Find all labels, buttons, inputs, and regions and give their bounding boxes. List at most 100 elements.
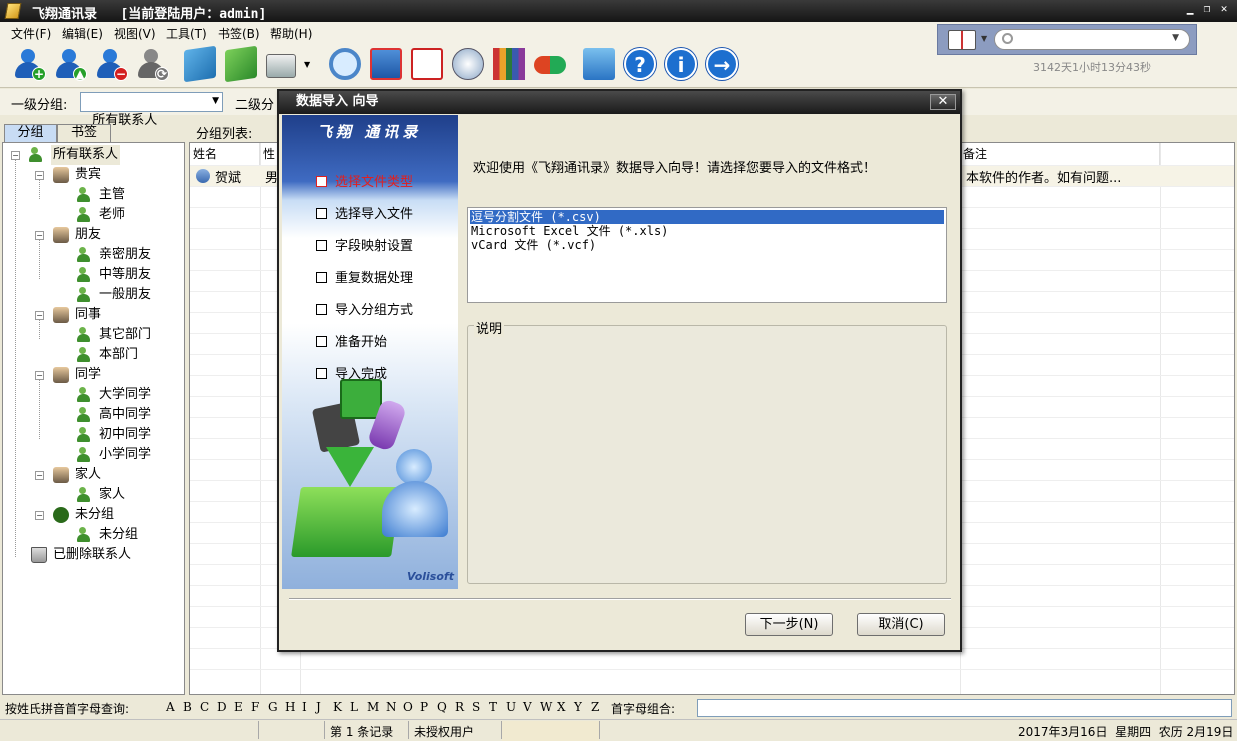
letter-link[interactable]: M (367, 700, 379, 714)
letter-link[interactable]: V (523, 700, 532, 714)
tree-subgroup[interactable]: 未分组 (99, 525, 138, 545)
next-icon[interactable]: → (706, 48, 738, 80)
tree-subgroup[interactable]: 中等朋友 (99, 265, 151, 285)
clock-icon[interactable] (452, 48, 484, 80)
hide-icon[interactable] (534, 56, 566, 74)
tree-group[interactable]: 未分组 (75, 505, 114, 525)
collapse-toggle[interactable]: − (35, 311, 44, 320)
format-option[interactable]: 逗号分割文件 (*.csv) (470, 210, 944, 224)
format-option[interactable]: vCard 文件 (*.vcf) (470, 238, 944, 252)
tree-group[interactable]: 朋友 (75, 225, 101, 245)
letter-link[interactable]: Y (574, 700, 582, 714)
tree-subgroup[interactable]: 大学同学 (99, 385, 151, 405)
letter-link[interactable]: I (302, 700, 307, 714)
menu-file[interactable]: 文件(F) (11, 25, 51, 42)
upload-contact-icon[interactable]: ▲ (53, 48, 87, 81)
level1-group-select[interactable]: 所有联系人 ▼ (80, 92, 223, 128)
initials-input[interactable] (697, 699, 1232, 717)
add-contact-icon[interactable]: + (12, 48, 46, 81)
menu-edit[interactable]: 编辑(E) (62, 25, 103, 42)
letter-link[interactable]: G (268, 700, 278, 714)
tree-subgroup[interactable]: 老师 (99, 205, 125, 225)
letter-link[interactable]: K (333, 700, 342, 714)
help-icon[interactable]: ? (624, 48, 656, 80)
card-icon[interactable] (370, 48, 402, 80)
tree-subgroup[interactable]: 主管 (99, 185, 125, 205)
tab-groups[interactable]: 分组 (4, 124, 57, 142)
tab-bookmarks[interactable]: 书签 (57, 124, 111, 142)
tree-group[interactable]: 家人 (75, 465, 101, 485)
letter-link[interactable]: T (489, 700, 497, 714)
collapse-toggle[interactable]: − (35, 371, 44, 380)
collapse-toggle[interactable]: − (11, 151, 20, 160)
letter-link[interactable]: A (166, 700, 175, 714)
letter-link[interactable]: U (506, 700, 516, 714)
letter-link[interactable]: X (557, 700, 566, 714)
import-icon[interactable] (184, 45, 216, 83)
close-button[interactable]: ✕ (1217, 2, 1231, 16)
tree-subgroup[interactable]: 初中同学 (99, 425, 151, 445)
letter-link[interactable]: Z (591, 700, 599, 714)
tree-root-all-contacts[interactable]: 所有联系人 (51, 145, 121, 165)
tree-subgroup[interactable]: 其它部门 (99, 325, 151, 345)
tree-group[interactable]: 贵宾 (75, 165, 101, 185)
vip-icon (53, 167, 69, 183)
tree-deleted-contacts[interactable]: 已删除联系人 (53, 545, 131, 565)
letter-link[interactable]: H (285, 700, 295, 714)
book-icon[interactable] (948, 30, 976, 50)
books-icon[interactable] (493, 48, 525, 80)
letter-link[interactable]: F (251, 700, 259, 714)
delete-contact-icon[interactable]: − (94, 48, 128, 81)
backup-icon[interactable] (583, 48, 615, 80)
info-icon[interactable]: i (665, 48, 697, 80)
tree-group[interactable]: 同事 (75, 305, 101, 325)
tree-subgroup[interactable]: 亲密朋友 (99, 245, 151, 265)
calendar-icon[interactable] (411, 48, 443, 80)
tree-subgroup[interactable]: 一般朋友 (99, 285, 151, 305)
letter-link[interactable]: O (403, 700, 413, 714)
export-icon[interactable] (225, 45, 257, 83)
print-icon[interactable] (266, 54, 296, 78)
menu-bookmarks[interactable]: 书签(B) (218, 25, 260, 42)
find-icon[interactable] (329, 48, 361, 80)
collapse-toggle[interactable]: − (35, 511, 44, 520)
tree-subgroup[interactable]: 小学同学 (99, 445, 151, 465)
letter-link[interactable]: J (316, 700, 321, 714)
tree-subgroup[interactable]: 本部门 (99, 345, 138, 365)
group-tree[interactable]: − 所有联系人 − 贵宾 主管 老师 − 朋友 亲密朋友 中等朋友 一般朋友 −… (2, 142, 185, 695)
letter-link[interactable]: E (234, 700, 243, 714)
collapse-toggle[interactable]: − (35, 471, 44, 480)
print-dropdown-icon[interactable]: ▼ (304, 60, 310, 69)
minimize-button[interactable]: ▁ (1183, 2, 1197, 16)
column-header-note[interactable]: 备注 (960, 143, 1160, 165)
book-dropdown-icon[interactable]: ▼ (981, 34, 987, 43)
restore-button[interactable]: ❐ (1200, 2, 1214, 16)
letter-link[interactable]: C (200, 700, 209, 714)
tree-subgroup[interactable]: 家人 (99, 485, 125, 505)
next-button[interactable]: 下一步(N) (745, 613, 833, 636)
letter-link[interactable]: L (350, 700, 358, 714)
menu-help[interactable]: 帮助(H) (270, 25, 312, 42)
menu-tools[interactable]: 工具(T) (166, 25, 207, 42)
column-header-name[interactable]: 姓名 (190, 143, 260, 165)
format-option[interactable]: Microsoft Excel 文件 (*.xls) (470, 224, 944, 238)
tree-subgroup[interactable]: 高中同学 (99, 405, 151, 425)
letter-link[interactable]: R (455, 700, 464, 714)
chevron-down-icon[interactable]: ▼ (1172, 33, 1179, 43)
letter-link[interactable]: S (472, 700, 480, 714)
letter-link[interactable]: W (540, 700, 552, 714)
letter-link[interactable]: B (183, 700, 192, 714)
dialog-close-button[interactable]: ✕ (930, 94, 956, 110)
letter-link[interactable]: P (420, 700, 428, 714)
contact-settings-icon[interactable]: ⟳ (135, 48, 169, 81)
menu-view[interactable]: 视图(V) (114, 25, 156, 42)
letter-link[interactable]: N (386, 700, 397, 714)
tree-group[interactable]: 同学 (75, 365, 101, 385)
collapse-toggle[interactable]: − (35, 231, 44, 240)
letter-link[interactable]: Q (437, 700, 447, 714)
cancel-button[interactable]: 取消(C) (857, 613, 945, 636)
collapse-toggle[interactable]: − (35, 171, 44, 180)
file-format-list[interactable]: 逗号分割文件 (*.csv) Microsoft Excel 文件 (*.xls… (467, 207, 947, 303)
search-input[interactable]: 3142天1小时13分43秒 ▼ (994, 29, 1190, 74)
letter-link[interactable]: D (217, 700, 227, 714)
